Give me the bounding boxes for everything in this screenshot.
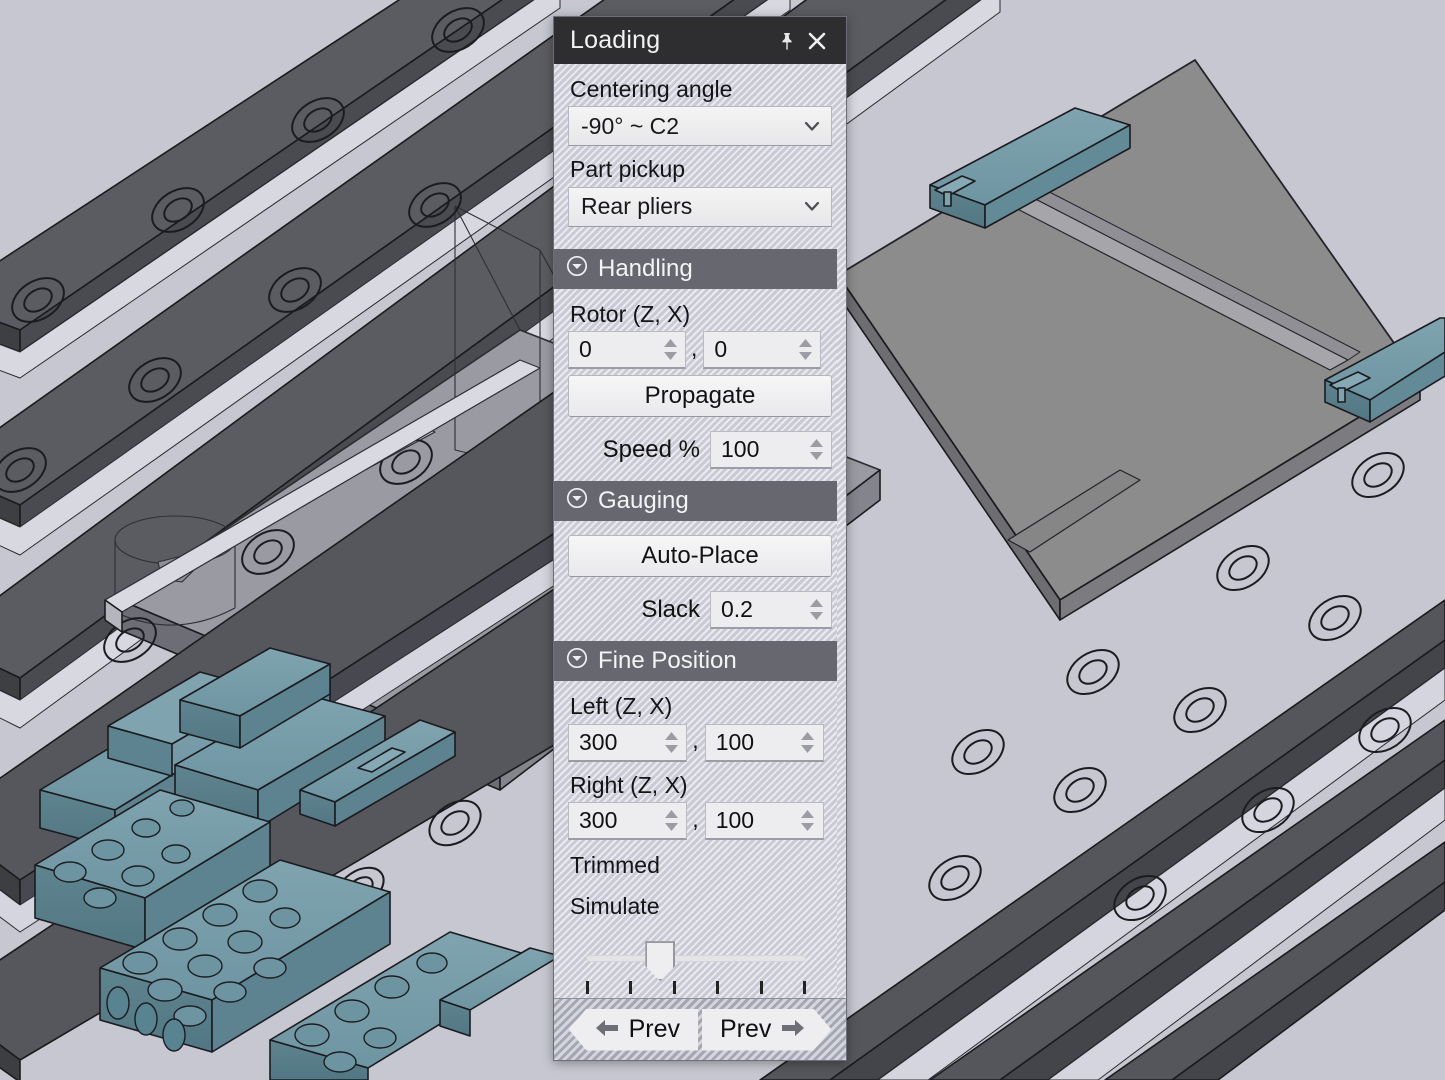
section-body-gauging: Auto-Place Slack 0.2 xyxy=(554,521,846,642)
slack-input[interactable]: 0.2 xyxy=(710,591,832,630)
slider-thumb[interactable] xyxy=(645,941,676,982)
right-x-input[interactable]: 100 xyxy=(704,802,824,841)
chevron-down-icon xyxy=(801,201,823,212)
part-pickup-label: Part pickup xyxy=(570,156,686,183)
left-z-stepper[interactable] xyxy=(660,725,686,760)
right-x-value: 100 xyxy=(715,807,755,834)
left-inputs-row: 300 , 100 xyxy=(568,723,824,762)
arrow-left-icon xyxy=(595,1015,619,1044)
rotor-label: Rotor (Z, X) xyxy=(570,300,691,327)
chevron-down-icon xyxy=(801,121,823,132)
rotor-z-input[interactable]: 0 xyxy=(568,331,686,370)
chevron-down-circle-icon xyxy=(566,255,588,283)
left-z-input[interactable]: 300 xyxy=(568,723,688,762)
rotor-inputs-row: 0 , 0 xyxy=(568,331,832,370)
section-header-fine-position[interactable]: Fine Position xyxy=(554,641,846,682)
left-separator: , xyxy=(692,727,699,754)
slack-row: Slack 0.2 xyxy=(568,591,832,630)
part-pickup-value: Rear pliers xyxy=(581,193,693,220)
right-x-stepper[interactable] xyxy=(797,803,823,838)
right-inputs-row: 300 , 100 xyxy=(568,802,824,841)
speed-stepper[interactable] xyxy=(805,432,831,467)
section-body-fine-position: Left (Z, X) 300 , 100 Right (Z, X) 300 ,… xyxy=(554,681,846,998)
panel-title: Loading xyxy=(570,26,661,54)
centering-angle-select[interactable]: -90° ~ C2 xyxy=(568,106,832,147)
auto-place-button[interactable]: Auto-Place xyxy=(568,535,832,578)
rotor-separator: , xyxy=(691,334,698,361)
section-header-handling[interactable]: Handling xyxy=(554,248,846,289)
centering-angle-value: -90° ~ C2 xyxy=(581,112,680,139)
section-title-fine-position: Fine Position xyxy=(598,647,737,675)
rotor-x-value: 0 xyxy=(714,336,728,363)
slack-value: 0.2 xyxy=(721,596,753,623)
next-button-label: Prev xyxy=(720,1015,772,1043)
pin-icon[interactable] xyxy=(772,26,802,56)
panel-scrollbar[interactable] xyxy=(837,64,846,998)
speed-label: Speed % xyxy=(602,436,700,464)
arrow-right-icon xyxy=(781,1015,805,1044)
rotor-z-stepper[interactable] xyxy=(659,332,685,367)
section-title-handling: Handling xyxy=(598,254,693,282)
panel-footer: Prev Prev xyxy=(554,998,846,1060)
rotor-x-input[interactable]: 0 xyxy=(703,331,822,370)
next-button[interactable]: Prev xyxy=(702,1009,831,1051)
panel-titlebar: Loading xyxy=(554,17,846,64)
left-z-value: 300 xyxy=(579,728,618,755)
section-body-handling: Rotor (Z, X) 0 , 0 Propagate Speed % 100 xyxy=(554,288,846,482)
chevron-down-circle-icon xyxy=(566,487,588,515)
rotor-x-stepper[interactable] xyxy=(794,332,820,367)
chevron-down-circle-icon xyxy=(566,647,588,675)
left-x-value: 100 xyxy=(715,728,755,755)
slack-label: Slack xyxy=(641,596,700,624)
right-z-input[interactable]: 300 xyxy=(568,802,688,841)
speed-value: 100 xyxy=(721,436,760,463)
section-header-gauging[interactable]: Gauging xyxy=(554,481,846,522)
section-title-gauging: Gauging xyxy=(598,487,689,515)
speed-row: Speed % 100 xyxy=(568,431,832,470)
left-x-input[interactable]: 100 xyxy=(704,723,824,762)
prev-button[interactable]: Prev xyxy=(568,1008,698,1051)
simulate-slider[interactable] xyxy=(568,933,824,995)
prev-button-label: Prev xyxy=(628,1015,680,1043)
close-icon[interactable] xyxy=(802,26,832,56)
slider-ticks xyxy=(586,981,806,995)
top-fields-group: Centering angle -90° ~ C2 Part pickup Re… xyxy=(554,64,846,249)
simulate-label: Simulate xyxy=(570,892,660,919)
loading-tool-panel[interactable]: Loading Centering angle -90° ~ C2 Part p… xyxy=(553,16,847,1061)
trimmed-label: Trimmed xyxy=(570,852,660,879)
slider-track[interactable] xyxy=(586,955,806,963)
slack-stepper[interactable] xyxy=(805,592,831,627)
right-z-value: 300 xyxy=(579,807,618,834)
left-x-stepper[interactable] xyxy=(797,725,823,760)
rotor-z-value: 0 xyxy=(579,336,592,363)
panel-body: Centering angle -90° ~ C2 Part pickup Re… xyxy=(554,64,846,998)
centering-angle-label: Centering angle xyxy=(570,76,733,102)
part-pickup-select[interactable]: Rear pliers xyxy=(568,186,832,227)
speed-input[interactable]: 100 xyxy=(710,431,832,470)
right-label: Right (Z, X) xyxy=(570,771,688,798)
propagate-button[interactable]: Propagate xyxy=(568,375,832,418)
right-z-stepper[interactable] xyxy=(660,803,686,838)
left-label: Left (Z, X) xyxy=(570,693,673,720)
right-separator: , xyxy=(692,805,699,832)
